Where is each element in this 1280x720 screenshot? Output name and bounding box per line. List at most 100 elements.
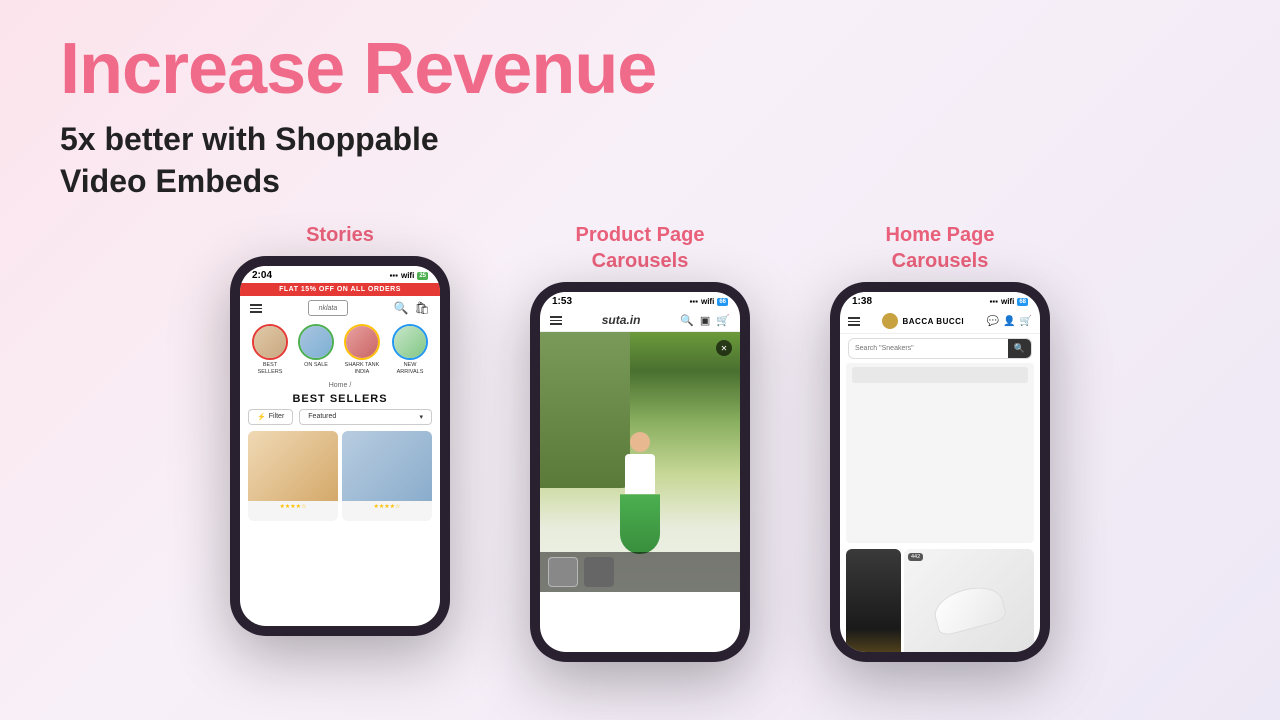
product-card-1[interactable]: ★★★★☆ bbox=[248, 431, 338, 521]
video-icon[interactable]: ▣ bbox=[700, 314, 710, 327]
phone2-status-icons: ▪▪▪ wifi 66 bbox=[689, 297, 728, 306]
product-left-img bbox=[846, 549, 901, 652]
hamburger-icon[interactable] bbox=[848, 317, 860, 326]
cart-icon[interactable]: 🛒 bbox=[716, 314, 730, 327]
signal-icon: ▪▪▪ bbox=[689, 297, 698, 306]
phone2-label: Product Page Carousels bbox=[576, 222, 705, 274]
search-button[interactable]: 🔍 bbox=[1008, 339, 1031, 358]
phone3-screen: 1:38 ▪▪▪ wifi 68 bbox=[840, 292, 1040, 652]
phone2-time: 1:53 bbox=[552, 296, 572, 307]
chevron-down-icon: ▾ bbox=[419, 413, 423, 421]
product-grid: ★★★★☆ ★★★★☆ bbox=[240, 431, 440, 521]
story-circle-4 bbox=[392, 324, 428, 360]
phone3-label: Home Page Carousels bbox=[886, 222, 995, 274]
phone1-nav: nklata 🔍 🛍 bbox=[240, 296, 440, 320]
phones-container: Stories 2:04 ▪▪▪ wifi 25 FLAT 15% OFF ON… bbox=[60, 222, 1220, 662]
product-cards-row: 442 Bacca Bucci Spectra Sneakers ₹1,799 … bbox=[840, 545, 1040, 652]
brand-logo: BACCA BUCCI bbox=[882, 313, 964, 329]
search-bar[interactable]: 🔍 bbox=[848, 338, 1032, 359]
phone3-time: 1:38 bbox=[852, 296, 872, 307]
story-item-1[interactable]: BEST SELLERS bbox=[250, 324, 290, 375]
story-circle-1 bbox=[252, 324, 288, 360]
featured-dropdown[interactable]: Featured ▾ bbox=[299, 409, 432, 425]
thumb-1[interactable] bbox=[548, 557, 578, 587]
wifi-icon: wifi bbox=[701, 297, 714, 306]
subheadline-line2: Video Embeds bbox=[60, 163, 280, 199]
user-icon[interactable]: 👤 bbox=[1003, 316, 1015, 327]
category-bar bbox=[852, 367, 1028, 383]
hamburger-icon[interactable] bbox=[250, 304, 262, 313]
person-figure bbox=[615, 432, 665, 572]
story-item-3[interactable]: SHARK TANK INDIA bbox=[342, 324, 382, 375]
phone3-status-icons: ▪▪▪ wifi 68 bbox=[989, 297, 1028, 306]
sub-headline: 5x better with Shoppable Video Embeds bbox=[60, 119, 1220, 202]
product-main-col: 442 Bacca Bucci Spectra Sneakers ₹1,799 … bbox=[904, 549, 1034, 652]
phone2-nav-icons: 🔍 ▣ 🛒 bbox=[680, 314, 730, 327]
story-circle-2 bbox=[298, 324, 334, 360]
story-label-4: NEW ARRIVALS bbox=[390, 362, 430, 375]
phone2-frame: 1:53 ▪▪▪ wifi 66 suta.in bbox=[530, 282, 750, 662]
wifi-icon: wifi bbox=[401, 271, 414, 280]
phone2-wrapper: Product Page Carousels 1:53 ▪▪▪ wifi 66 bbox=[530, 222, 750, 662]
phone2-label-line1: Product Page bbox=[576, 224, 705, 246]
battery-badge: 25 bbox=[417, 272, 428, 280]
story-item-2[interactable]: ON SALE bbox=[298, 324, 334, 375]
hamburger-icon[interactable] bbox=[550, 316, 562, 325]
subheadline-line1: 5x better with Shoppable bbox=[60, 121, 439, 157]
story-label-1: BEST SELLERS bbox=[250, 362, 290, 375]
brand-name: BACCA BUCCI bbox=[902, 317, 964, 326]
phone2-screen: 1:53 ▪▪▪ wifi 66 suta.in bbox=[540, 292, 740, 652]
battery-badge: 66 bbox=[717, 298, 728, 306]
phone3-label-line2: Carousels bbox=[892, 250, 989, 272]
phone3-nav: BACCA BUCCI 💬 👤 🛒 bbox=[840, 309, 1040, 334]
phone1-status-bar: 2:04 ▪▪▪ wifi 25 bbox=[240, 266, 440, 283]
stories-row: BEST SELLERS ON SALE SHARK bbox=[240, 320, 440, 379]
product-video-area[interactable]: ▶ ✕ bbox=[540, 332, 740, 592]
story-img-1 bbox=[254, 326, 286, 358]
chat-icon[interactable]: 💬 bbox=[987, 316, 999, 327]
story-item-4[interactable]: NEW ARRIVALS bbox=[390, 324, 430, 375]
cart-icon[interactable]: 🛍 bbox=[415, 301, 430, 315]
filter-label: Filter bbox=[269, 413, 285, 420]
main-headline: Increase Revenue bbox=[60, 30, 1220, 109]
story-label-2: ON SALE bbox=[304, 362, 328, 369]
phone2-nav: suta.in 🔍 ▣ 🛒 bbox=[540, 309, 740, 332]
story-circle-3 bbox=[344, 324, 380, 360]
video-carousel-section bbox=[846, 363, 1034, 543]
phone1-time: 2:04 bbox=[252, 270, 272, 281]
thumb-2[interactable] bbox=[584, 557, 614, 587]
phone1-frame: 2:04 ▪▪▪ wifi 25 FLAT 15% OFF ON ALL ORD… bbox=[230, 256, 450, 636]
battery-badge: 68 bbox=[1017, 298, 1028, 306]
store-logo-2: suta.in bbox=[602, 313, 641, 327]
view-badge: 442 bbox=[908, 553, 923, 561]
brand-icon bbox=[882, 313, 898, 329]
product-card-2[interactable]: ★★★★☆ bbox=[342, 431, 432, 521]
phone2-label-line2: Carousels bbox=[592, 250, 689, 272]
product-img-1 bbox=[248, 431, 338, 501]
cart-icon[interactable]: 🛒 bbox=[1020, 316, 1032, 327]
search-icon[interactable]: 🔍 bbox=[394, 301, 409, 315]
product-img-2 bbox=[342, 431, 432, 501]
phone3-nav-icons: 💬 👤 🛒 bbox=[987, 316, 1032, 327]
promo-banner: FLAT 15% OFF ON ALL ORDERS bbox=[240, 283, 440, 296]
phone1-screen: 2:04 ▪▪▪ wifi 25 FLAT 15% OFF ON ALL ORD… bbox=[240, 266, 440, 626]
phone1-nav-icons: 🔍 🛍 bbox=[394, 301, 430, 315]
phone1-wrapper: Stories 2:04 ▪▪▪ wifi 25 FLAT 15% OFF ON… bbox=[230, 222, 450, 636]
signal-icon: ▪▪▪ bbox=[389, 271, 398, 280]
wifi-icon: wifi bbox=[1001, 297, 1014, 306]
phone1-label: Stories bbox=[306, 222, 374, 248]
video-thumbnails bbox=[540, 552, 740, 592]
shoe-image bbox=[930, 581, 1008, 638]
phone2-status-bar: 1:53 ▪▪▪ wifi 66 bbox=[540, 292, 740, 309]
phone3-label-line1: Home Page bbox=[886, 224, 995, 246]
product-stars-1: ★★★★☆ bbox=[248, 501, 338, 512]
filter-button[interactable]: ⚡ Filter bbox=[248, 409, 293, 425]
product-top[interactable]: 442 Bacca Bucci Spectra Sneakers ₹1,799 … bbox=[904, 549, 1034, 652]
search-input[interactable] bbox=[849, 341, 1008, 356]
phone3-wrapper: Home Page Carousels 1:38 ▪▪▪ wifi 68 bbox=[830, 222, 1050, 662]
story-img-4 bbox=[394, 326, 426, 358]
product-top-img bbox=[904, 549, 1034, 652]
filter-row: ⚡ Filter Featured ▾ bbox=[240, 409, 440, 431]
product-card-left[interactable] bbox=[846, 549, 901, 652]
search-icon[interactable]: 🔍 bbox=[680, 314, 694, 327]
